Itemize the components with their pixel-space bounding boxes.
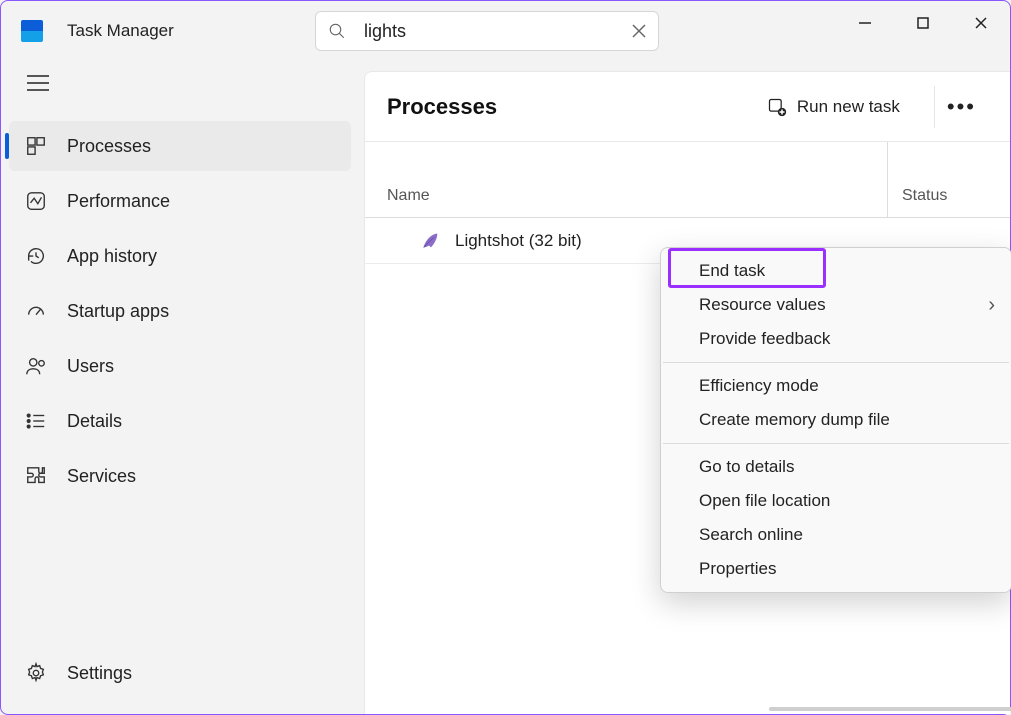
menu-item-end-task[interactable]: End task [661, 254, 1011, 288]
sidebar-item-performance[interactable]: Performance [9, 176, 351, 226]
sidebar-item-label: Startup apps [67, 301, 169, 322]
sidebar-item-processes[interactable]: Processes [9, 121, 351, 171]
search-input[interactable] [364, 21, 632, 42]
sidebar-item-users[interactable]: Users [9, 341, 351, 391]
menu-item-properties[interactable]: Properties [661, 552, 1011, 586]
sidebar-item-label: Processes [67, 136, 151, 157]
grid-icon [25, 135, 47, 157]
menu-item-provide-feedback[interactable]: Provide feedback [661, 322, 1011, 356]
sidebar-item-label: Details [67, 411, 122, 432]
app-title: Task Manager [67, 21, 174, 41]
nav-list: Processes Performance App history Startu… [1, 116, 359, 506]
activity-icon [25, 190, 47, 212]
context-menu: End task Resource values Provide feedbac… [660, 247, 1011, 593]
process-name: Lightshot (32 bit) [455, 231, 582, 251]
close-button[interactable] [952, 1, 1010, 45]
clear-search-icon[interactable] [632, 24, 646, 38]
sidebar-item-settings[interactable]: Settings [9, 648, 351, 698]
list-icon [25, 410, 47, 432]
run-task-label: Run new task [797, 97, 900, 117]
menu-item-go-to-details[interactable]: Go to details [661, 450, 1011, 484]
gear-icon [25, 662, 47, 684]
hamburger-button[interactable] [1, 61, 359, 116]
sidebar-item-label: Settings [67, 663, 132, 684]
maximize-button[interactable] [894, 1, 952, 45]
menu-item-create-dump[interactable]: Create memory dump file [661, 403, 1011, 437]
menu-item-efficiency-mode[interactable]: Efficiency mode [661, 369, 1011, 403]
search-box[interactable] [315, 11, 659, 51]
panel-title: Processes [387, 94, 753, 120]
sidebar-item-label: App history [67, 246, 157, 267]
run-new-task-button[interactable]: Run new task [753, 89, 914, 125]
menu-item-search-online[interactable]: Search online [661, 518, 1011, 552]
minimize-button[interactable] [836, 1, 894, 45]
puzzle-icon [25, 465, 47, 487]
panel-header: Processes Run new task ••• [365, 72, 1010, 142]
horizontal-scrollbar[interactable] [769, 707, 1011, 711]
sidebar-item-label: Users [67, 356, 114, 377]
app-icon [21, 20, 43, 42]
history-icon [25, 245, 47, 267]
menu-separator [663, 443, 1009, 444]
menu-item-open-file-location[interactable]: Open file location [661, 484, 1011, 518]
menu-item-resource-values[interactable]: Resource values [661, 288, 1011, 322]
column-status-header[interactable]: Status [888, 187, 947, 205]
sidebar-item-details[interactable]: Details [9, 396, 351, 446]
sidebar-item-app-history[interactable]: App history [9, 231, 351, 281]
sidebar-item-services[interactable]: Services [9, 451, 351, 501]
search-icon [328, 22, 346, 40]
table-header: Name Status [365, 142, 1010, 218]
users-icon [25, 355, 47, 377]
sidebar-item-label: Performance [67, 191, 170, 212]
titlebar: Task Manager [1, 1, 1010, 61]
gauge-icon [25, 300, 47, 322]
sidebar-item-startup-apps[interactable]: Startup apps [9, 286, 351, 336]
menu-separator [663, 362, 1009, 363]
sidebar-item-label: Services [67, 466, 136, 487]
more-options-button[interactable]: ••• [934, 86, 988, 128]
run-task-icon [767, 97, 787, 117]
column-name-header[interactable]: Name [365, 142, 888, 217]
feather-app-icon [419, 230, 441, 252]
sidebar: Processes Performance App history Startu… [1, 61, 359, 714]
window-controls [836, 1, 1010, 45]
